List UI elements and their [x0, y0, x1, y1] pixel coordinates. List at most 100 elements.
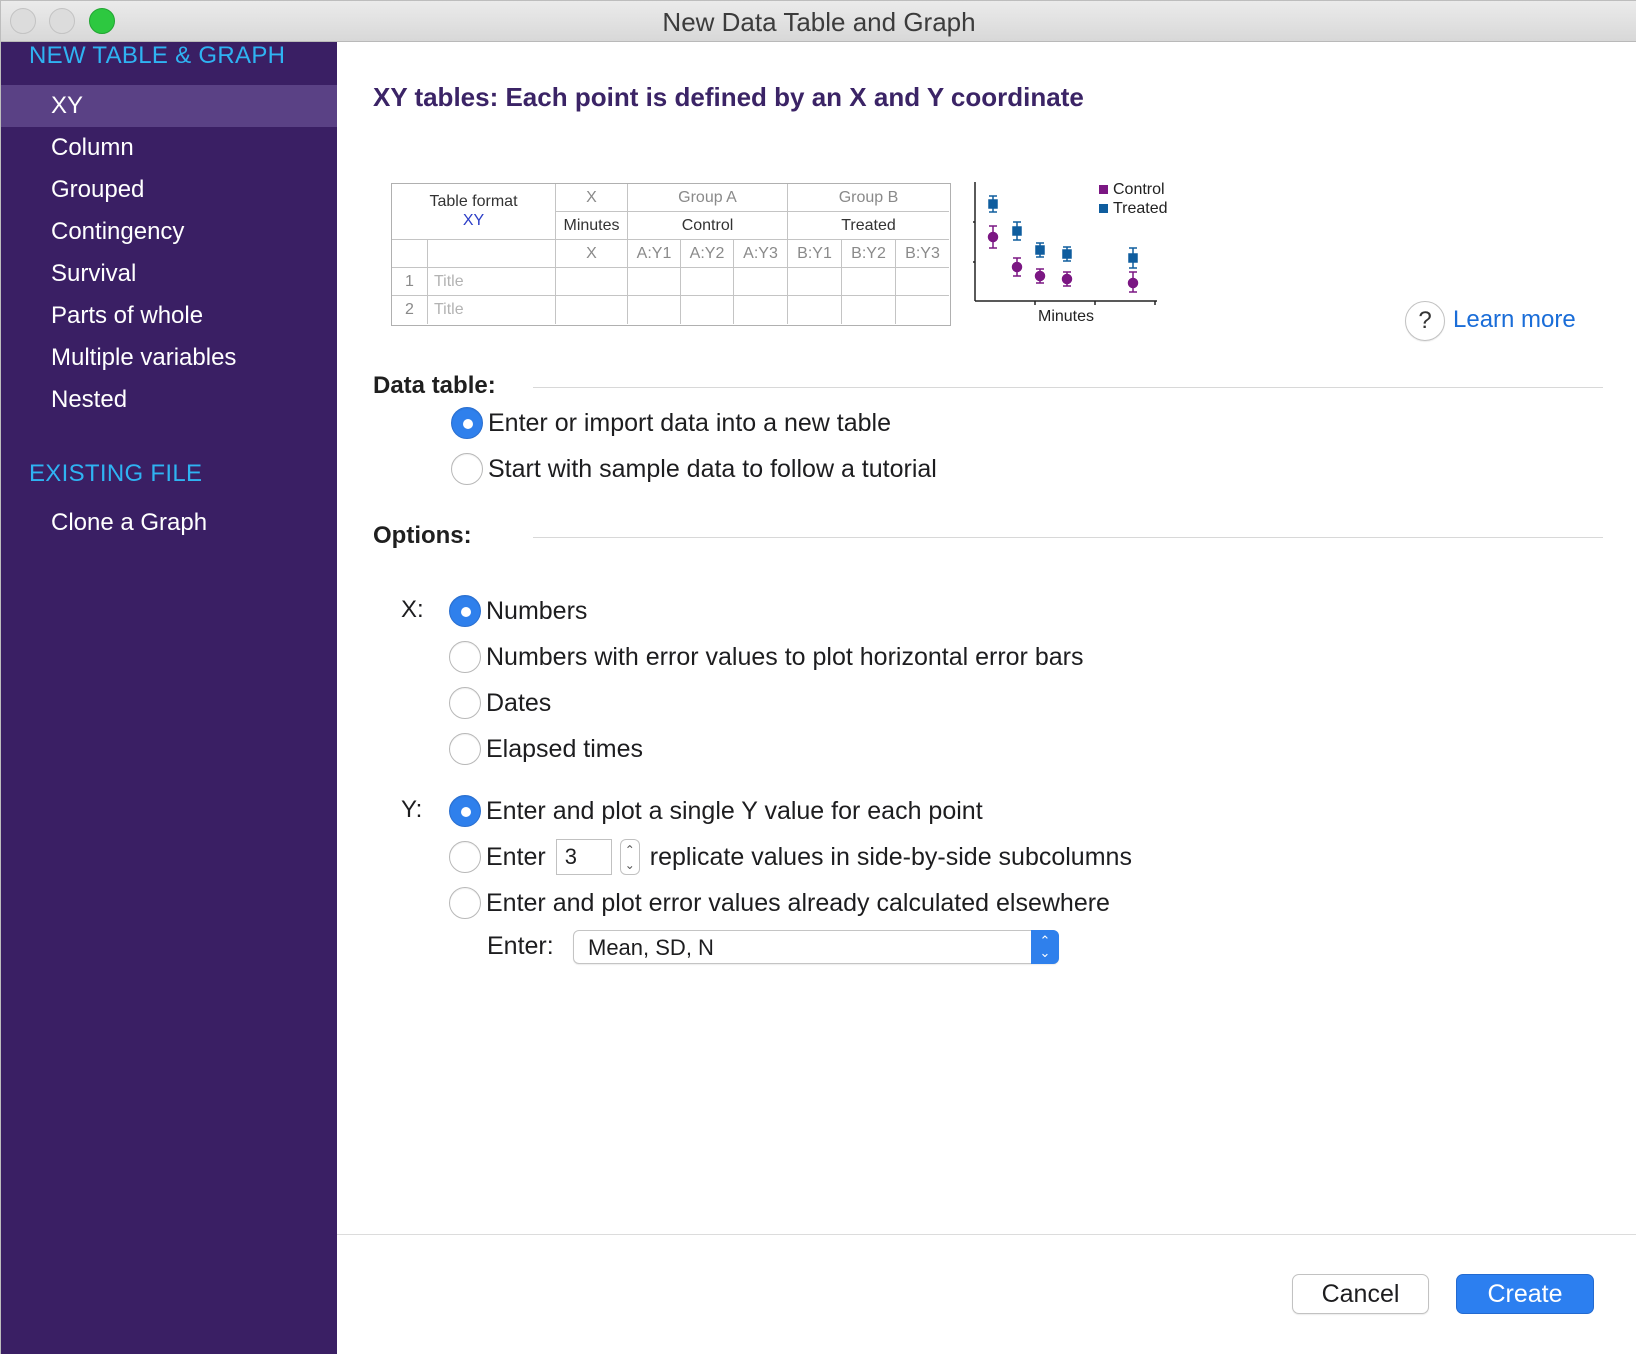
stepper-up-icon[interactable]: ⌃	[621, 842, 639, 858]
main-panel: XY tables: Each point is defined by an X…	[337, 42, 1636, 1354]
table-cell	[556, 268, 628, 296]
table-cell	[788, 268, 842, 296]
row-title-header	[428, 240, 556, 268]
radio-button[interactable]	[449, 687, 481, 719]
radio-label: Numbers with error values to plot horizo…	[486, 642, 1084, 671]
treated-point	[1012, 226, 1022, 236]
radio-button[interactable]	[449, 733, 481, 765]
enter-format-label: Enter:	[487, 932, 554, 960]
sidebar-item-survival[interactable]: Survival	[1, 253, 337, 295]
radio-x-numbers-error[interactable]: Numbers with error values to plot horizo…	[449, 639, 1083, 675]
radio-label: Enter	[486, 842, 546, 871]
subcolumn-header: B:Y3	[896, 240, 949, 268]
page-title: XY tables: Each point is defined by an X…	[373, 82, 1084, 112]
treated-point	[988, 199, 998, 209]
radio-button[interactable]	[451, 453, 483, 485]
sample-graph-preview: Control Treated Minutes	[973, 181, 1168, 325]
control-series	[987, 225, 1139, 293]
stepper-down-icon[interactable]: ⌄	[621, 857, 639, 873]
sidebar-item-column[interactable]: Column	[1, 127, 337, 169]
treated-point	[1035, 245, 1045, 255]
y-options-label: Y:	[401, 796, 423, 823]
radio-label: Numbers	[486, 596, 588, 625]
error-format-select[interactable]: Mean, SD, N ⌃ ⌄	[573, 930, 1059, 964]
radio-button[interactable]	[449, 841, 481, 873]
sidebar: NEW TABLE & GRAPH XY Column Grouped Cont…	[1, 42, 337, 1354]
sidebar-item-nested[interactable]: Nested	[1, 379, 337, 421]
help-icon[interactable]: ?	[1405, 301, 1445, 341]
control-point	[1127, 277, 1139, 289]
learn-more-link[interactable]: Learn more	[1453, 306, 1576, 334]
x-axis-title: Minutes	[1038, 308, 1094, 325]
radio-label: Elapsed times	[486, 734, 644, 763]
radio-label: Dates	[486, 688, 552, 717]
radio-x-numbers[interactable]: Numbers	[449, 593, 587, 629]
data-table-section-label: Data table:	[373, 372, 496, 399]
group-b-title-cell: Treated	[788, 212, 949, 240]
radio-y-replicates[interactable]: Enter 3 ⌃ ⌄ replicate values in side-by-…	[449, 839, 1132, 875]
row-num-header	[392, 240, 428, 268]
table-cell	[681, 268, 734, 296]
radio-label: Start with sample data to follow a tutor…	[488, 454, 937, 483]
radio-button-selected[interactable]	[449, 795, 481, 827]
radio-button[interactable]	[449, 887, 481, 919]
group-a-header: Group A	[628, 184, 788, 212]
radio-label: Enter or import data into a new table	[488, 408, 892, 437]
sidebar-item-clone-graph[interactable]: Clone a Graph	[1, 502, 337, 544]
title-bar: New Data Table and Graph	[1, 1, 1636, 42]
table-cell	[556, 296, 628, 324]
options-section-label: Options:	[373, 522, 472, 549]
treated-point	[1062, 249, 1072, 259]
table-format-cell: Table format XY	[392, 184, 556, 240]
legend-control-swatch	[1099, 185, 1108, 194]
sample-table-preview: Table format XY X Group A Group B Minute…	[391, 183, 951, 326]
radio-button-selected[interactable]	[449, 595, 481, 627]
dialog-window: New Data Table and Graph NEW TABLE & GRA…	[0, 0, 1636, 1354]
table-format-label: Table format	[429, 193, 518, 210]
radio-label: Enter and plot error values already calc…	[486, 888, 1110, 917]
subcolumn-header: B:Y2	[842, 240, 896, 268]
radio-new-table[interactable]: Enter or import data into a new table	[451, 405, 891, 441]
sidebar-item-xy[interactable]: XY	[1, 85, 337, 127]
row-number: 1	[392, 268, 428, 296]
table-cell	[734, 268, 788, 296]
x-title-cell: Minutes	[556, 212, 628, 240]
sidebar-heading-existing: EXISTING FILE	[29, 460, 203, 487]
section-divider	[533, 387, 1603, 388]
table-cell	[681, 296, 734, 324]
table-cell	[788, 296, 842, 324]
radio-button-selected[interactable]	[451, 407, 483, 439]
row-title: Title	[428, 268, 556, 296]
replicates-stepper[interactable]: ⌃ ⌄	[619, 839, 640, 875]
cancel-button[interactable]: Cancel	[1292, 1274, 1429, 1314]
table-cell	[842, 296, 896, 324]
control-point	[1061, 273, 1073, 285]
radio-y-single[interactable]: Enter and plot a single Y value for each…	[449, 793, 983, 829]
treated-point	[1128, 253, 1138, 263]
table-cell	[896, 296, 949, 324]
control-point	[1011, 261, 1023, 273]
radio-sample-data[interactable]: Start with sample data to follow a tutor…	[451, 451, 937, 487]
select-value: Mean, SD, N	[588, 935, 714, 960]
table-cell	[734, 296, 788, 324]
row-title: Title	[428, 296, 556, 324]
footer-divider	[337, 1234, 1636, 1235]
table-cell	[628, 268, 681, 296]
sidebar-item-multiple-variables[interactable]: Multiple variables	[1, 337, 337, 379]
sidebar-item-contingency[interactable]: Contingency	[1, 211, 337, 253]
sidebar-item-parts-of-whole[interactable]: Parts of whole	[1, 295, 337, 337]
select-chevron-icon[interactable]: ⌃ ⌄	[1031, 930, 1059, 964]
sidebar-item-grouped[interactable]: Grouped	[1, 169, 337, 211]
group-a-title-cell: Control	[628, 212, 788, 240]
subcolumn-header: B:Y1	[788, 240, 842, 268]
subcolumn-header: A:Y3	[734, 240, 788, 268]
radio-button[interactable]	[449, 641, 481, 673]
control-point	[987, 231, 999, 243]
radio-x-elapsed[interactable]: Elapsed times	[449, 731, 643, 767]
create-button[interactable]: Create	[1456, 1274, 1594, 1314]
radio-y-error-values[interactable]: Enter and plot error values already calc…	[449, 885, 1110, 921]
table-format-value: XY	[462, 212, 485, 229]
replicates-input[interactable]: 3	[555, 839, 612, 875]
table-cell	[896, 268, 949, 296]
radio-x-dates[interactable]: Dates	[449, 685, 551, 721]
